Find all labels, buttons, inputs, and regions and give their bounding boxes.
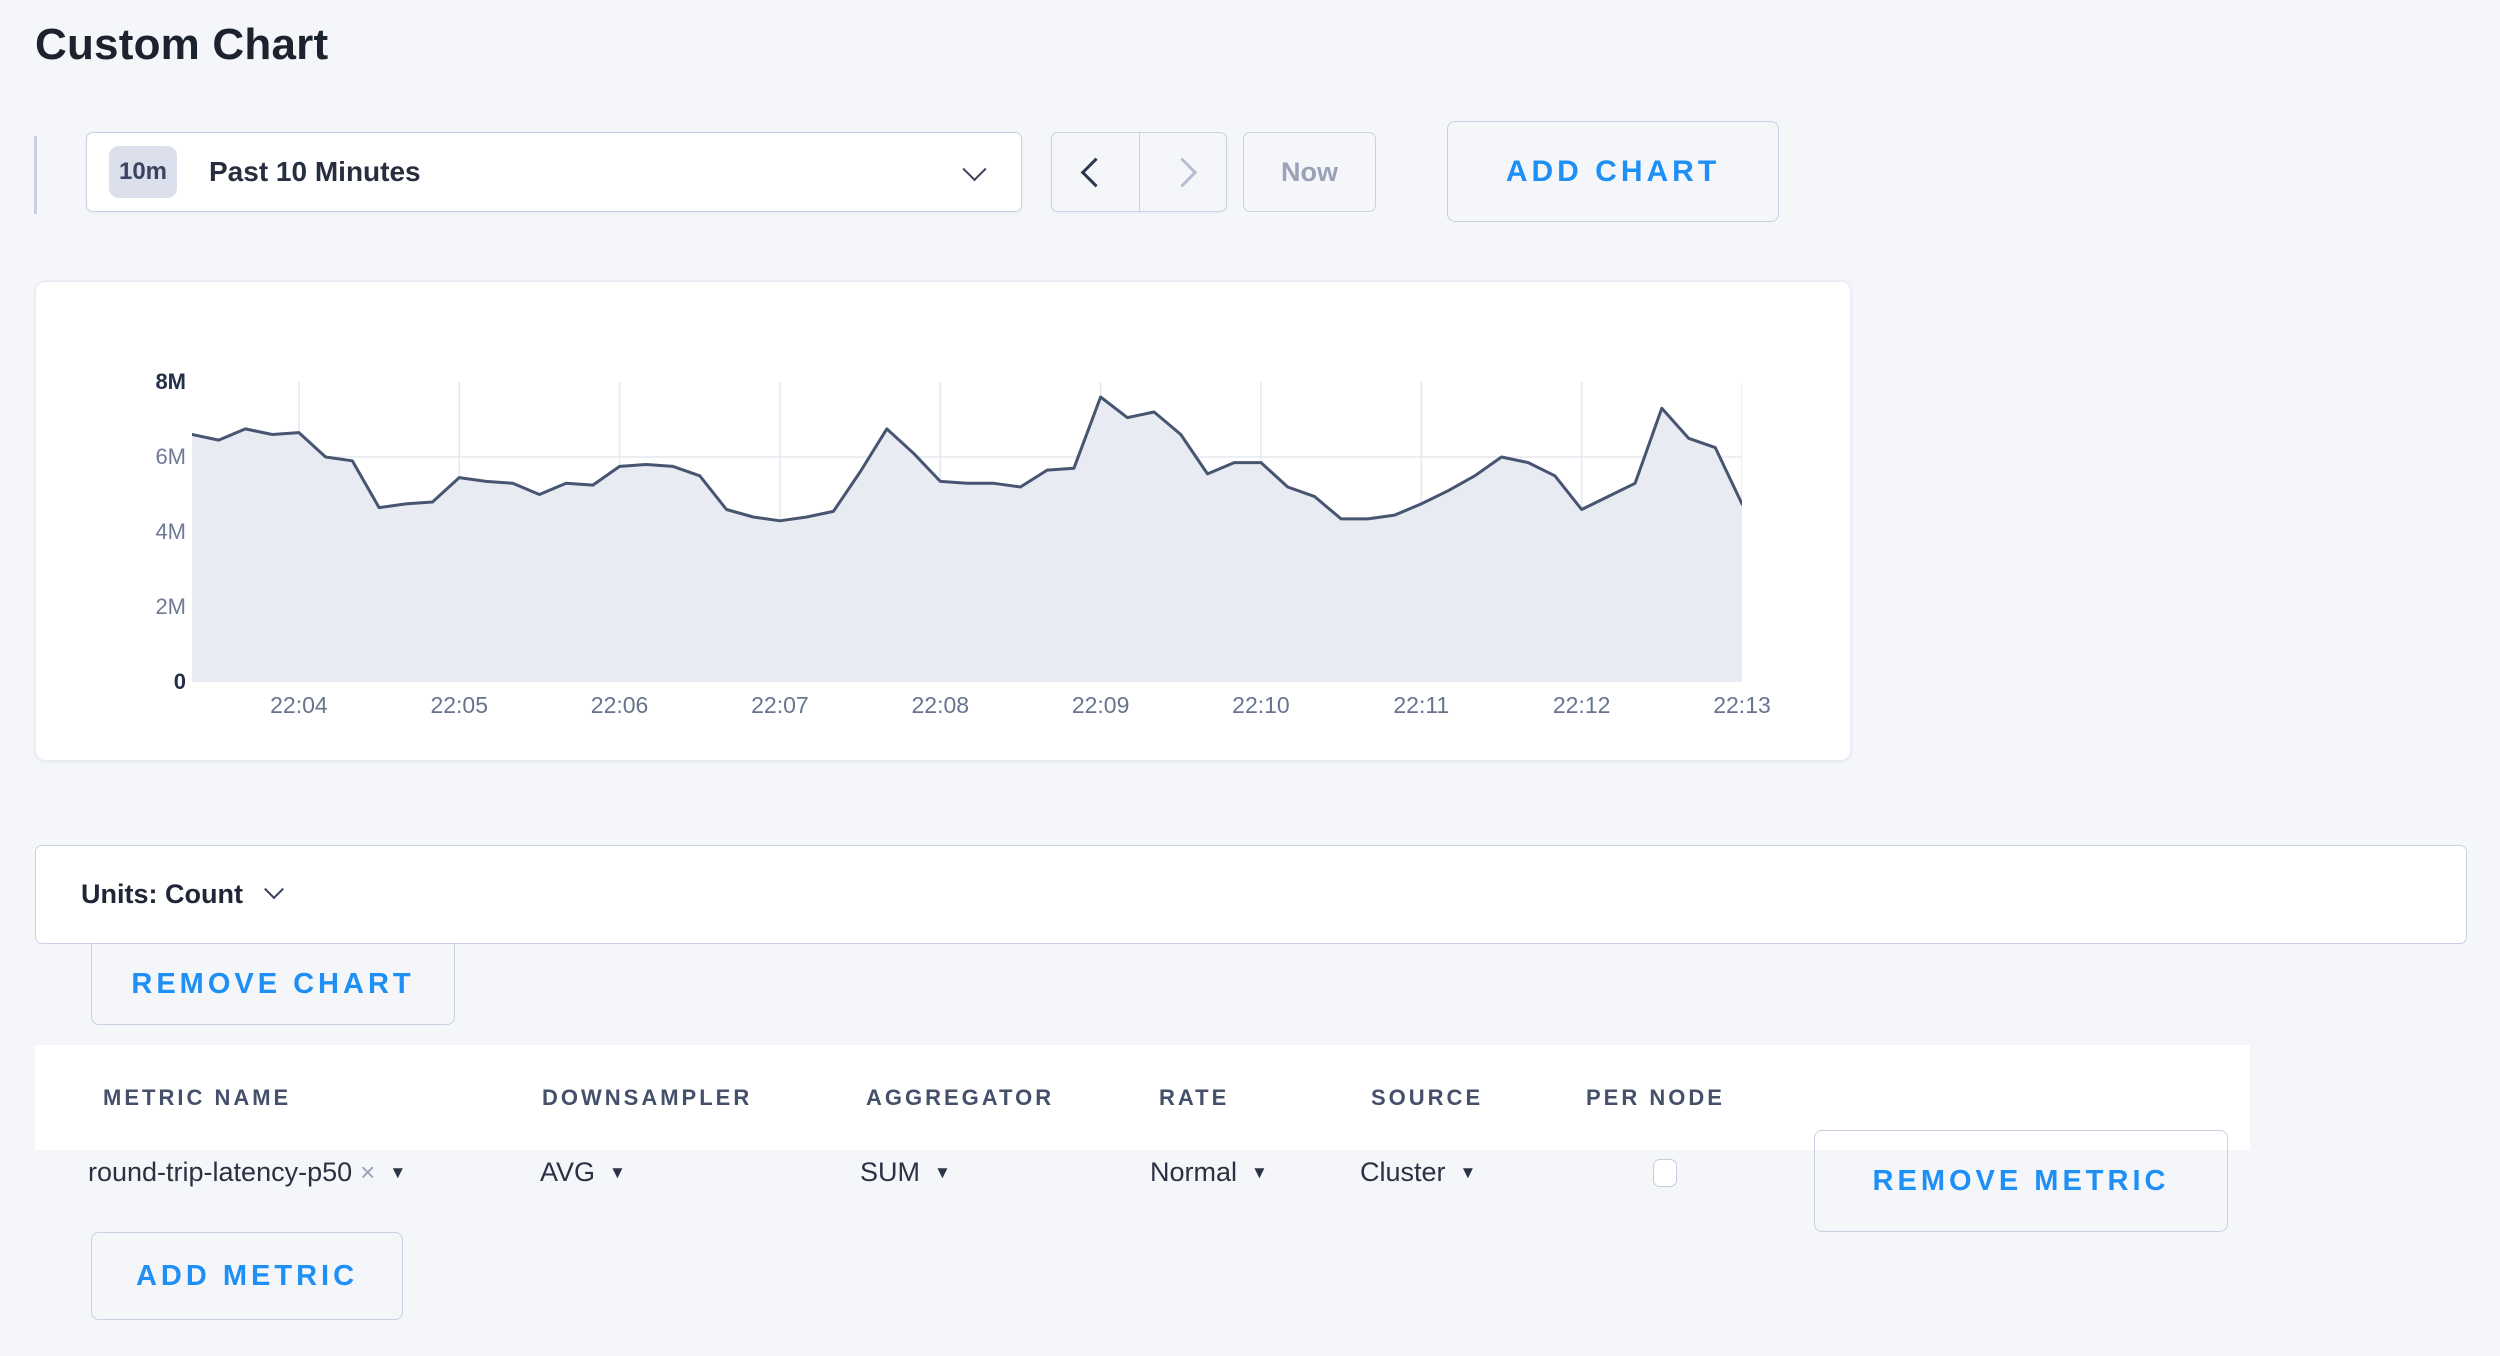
chevron-left-icon [1080, 157, 1110, 187]
x-tick-label: 22:08 [911, 692, 969, 719]
time-nav-group [1051, 132, 1227, 212]
source-value: Cluster [1360, 1157, 1446, 1188]
x-tick-label: 22:09 [1072, 692, 1130, 719]
x-tick-label: 22:11 [1393, 692, 1449, 719]
time-next-button[interactable] [1139, 133, 1227, 211]
time-range-label: Past 10 Minutes [209, 156, 421, 188]
add-chart-button[interactable]: ADD CHART [1447, 121, 1779, 222]
time-range-badge: 10m [109, 146, 177, 198]
chart-svg [192, 382, 1742, 682]
x-tick-label: 22:05 [430, 692, 488, 719]
time-range-dropdown[interactable]: 10m Past 10 Minutes [86, 132, 1022, 212]
source-dropdown[interactable]: Cluster ▼ [1360, 1127, 1476, 1217]
dropdown-arrow-icon: ▼ [1460, 1164, 1477, 1181]
metric-name-dropdown[interactable]: round-trip-latency-p50 × ▼ [88, 1127, 406, 1217]
aggregator-dropdown[interactable]: SUM ▼ [860, 1127, 951, 1217]
x-tick-label: 22:04 [270, 692, 328, 719]
chevron-down-icon [962, 157, 986, 181]
chevron-down-icon [264, 879, 284, 899]
downsampler-value: AVG [540, 1157, 595, 1188]
per-node-checkbox[interactable] [1653, 1159, 1677, 1187]
x-tick-label: 22:13 [1713, 692, 1771, 719]
chart-plot-area[interactable] [192, 382, 1742, 682]
x-tick-label: 22:06 [591, 692, 649, 719]
remove-metric-button[interactable]: REMOVE METRIC [1814, 1130, 2228, 1232]
y-tick-label: 2M [96, 594, 186, 620]
rate-value: Normal [1150, 1157, 1237, 1188]
metric-name-value: round-trip-latency-p50 [88, 1157, 352, 1188]
units-dropdown[interactable]: Units: Count [35, 845, 2467, 944]
dropdown-arrow-icon: ▼ [1251, 1164, 1268, 1181]
now-button[interactable]: Now [1243, 132, 1376, 212]
chevron-right-icon [1168, 157, 1198, 187]
toolbar-accent-divider [34, 136, 37, 214]
downsampler-dropdown[interactable]: AVG ▼ [540, 1127, 626, 1217]
add-metric-button[interactable]: ADD METRIC [91, 1232, 403, 1320]
dropdown-arrow-icon: ▼ [389, 1164, 406, 1181]
dropdown-arrow-icon: ▼ [934, 1164, 951, 1181]
x-tick-label: 22:10 [1232, 692, 1290, 719]
y-tick-label: 6M [96, 444, 186, 470]
rate-dropdown[interactable]: Normal ▼ [1150, 1127, 1268, 1217]
clear-metric-icon[interactable]: × [360, 1157, 375, 1188]
chart-card: 0 2M 4M 6M 8M 22:04 22:05 22:06 22:07 22:08 22:09… [35, 281, 1851, 761]
y-tick-label: 0 [96, 669, 186, 695]
page-title: Custom Chart [35, 20, 328, 70]
y-tick-label: 8M [96, 369, 186, 395]
x-tick-label: 22:07 [751, 692, 809, 719]
x-tick-label: 22:12 [1553, 692, 1611, 719]
custom-chart-page: Custom Chart 10m Past 10 Minutes Now ADD… [0, 0, 2500, 1356]
units-label: Units: Count [81, 879, 243, 910]
remove-chart-button[interactable]: REMOVE CHART [91, 943, 455, 1025]
time-prev-button[interactable] [1052, 133, 1139, 211]
aggregator-value: SUM [860, 1157, 920, 1188]
y-tick-label: 4M [96, 519, 186, 545]
dropdown-arrow-icon: ▼ [609, 1164, 626, 1181]
